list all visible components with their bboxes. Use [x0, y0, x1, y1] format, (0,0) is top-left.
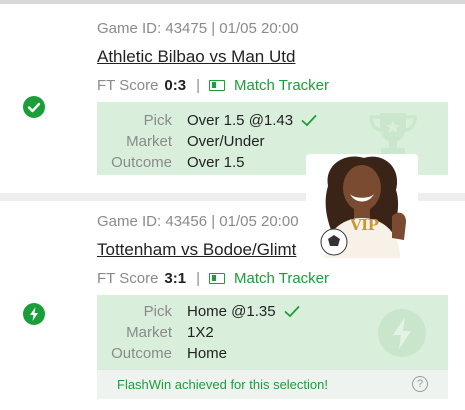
- pick-label: Pick: [143, 303, 172, 320]
- pick-row: Pick Home @1.35: [97, 303, 448, 323]
- market-label: Market: [126, 324, 172, 341]
- outcome-label: Outcome: [111, 345, 172, 362]
- outcome-value: Home: [187, 345, 228, 362]
- score-row: FT Score 0:3 | Match Tracker: [97, 77, 329, 94]
- match-tracker-label: Match Tracker: [234, 77, 330, 94]
- game-meta: Game ID: 43456 | 01/05 20:00: [97, 213, 299, 230]
- pick-value-group: Home @1.35: [187, 303, 300, 320]
- match-tracker-link[interactable]: Match Tracker: [209, 77, 329, 94]
- vip-promo-banner[interactable]: VIP: [306, 154, 418, 258]
- market-row: Market 1X2: [97, 324, 448, 344]
- match-tracker-label: Match Tracker: [234, 270, 330, 287]
- market-value: 1X2: [187, 324, 214, 341]
- outcome-row: Outcome Home: [97, 345, 448, 365]
- check-circle-icon: [23, 96, 45, 118]
- separator: |: [196, 77, 200, 94]
- ft-score-label: FT Score: [97, 270, 159, 287]
- help-icon[interactable]: ?: [412, 376, 428, 392]
- match-title[interactable]: Tottenham vs Bodoe/Glimt: [97, 240, 296, 260]
- vip-promo-illustration: [320, 156, 406, 258]
- separator: |: [196, 270, 200, 287]
- ft-score: 3:1: [164, 270, 187, 287]
- market-label: Market: [126, 133, 172, 150]
- lightning-circle-icon: [23, 303, 45, 325]
- market-row: Market Over/Under: [97, 133, 448, 153]
- score-row: FT Score 3:1 | Match Tracker: [97, 270, 329, 287]
- pick-row: Pick Over 1.5 @1.43: [97, 112, 448, 132]
- match-tracker-link[interactable]: Match Tracker: [209, 270, 329, 287]
- market-value: Over/Under: [187, 133, 265, 150]
- flashwin-message: FlashWin achieved for this selection!: [117, 377, 328, 392]
- pick-value-group: Over 1.5 @1.43: [187, 112, 317, 129]
- tracker-icon: [209, 80, 225, 91]
- check-icon: [284, 306, 300, 318]
- pick-value: Home @1.35: [187, 303, 276, 320]
- tracker-icon: [209, 273, 225, 284]
- ft-score-label: FT Score: [97, 77, 159, 94]
- outcome-label: Outcome: [111, 154, 172, 171]
- pick-label: Pick: [143, 112, 172, 129]
- pick-details: Pick Home @1.35 Market 1X2 Outcome Home: [97, 295, 448, 369]
- ft-score: 0:3: [164, 77, 187, 94]
- pick-value: Over 1.5 @1.43: [187, 112, 294, 129]
- check-icon: [301, 115, 317, 127]
- outcome-value: Over 1.5: [187, 154, 245, 171]
- match-title[interactable]: Athletic Bilbao vs Man Utd: [97, 47, 295, 67]
- flashwin-banner: FlashWin achieved for this selection! ?: [97, 369, 448, 399]
- vip-badge: VIP: [350, 216, 379, 234]
- game-meta: Game ID: 43475 | 01/05 20:00: [97, 20, 299, 37]
